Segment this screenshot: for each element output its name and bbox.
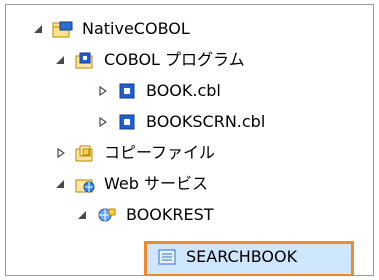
collapsed-triangle-icon[interactable] [96, 116, 108, 128]
expanded-triangle-icon[interactable] [54, 54, 66, 66]
tree-item-label: コピーファイル [104, 143, 216, 162]
tree-item-cobol-programs[interactable]: COBOL プログラム [54, 45, 245, 75]
tree-item-label: BOOK.cbl [146, 81, 221, 100]
cobol-file-icon [116, 81, 138, 101]
tree-item-label: SEARCHBOOK [186, 247, 298, 266]
operation-icon [156, 247, 178, 267]
collapsed-triangle-icon[interactable] [54, 147, 66, 159]
tree-item-web-services[interactable]: Web サービス [54, 169, 208, 199]
project-icon [52, 19, 74, 39]
cobol-program-folder-icon [74, 50, 96, 70]
copyfile-folder-icon [74, 143, 96, 163]
tree-item-label: Web サービス [104, 174, 208, 193]
expanded-triangle-icon[interactable] [32, 23, 44, 35]
tree-item-bookrest[interactable]: BOOKREST [76, 200, 214, 230]
web-service-icon [96, 205, 118, 225]
tree-item-label: BOOKSCRN.cbl [146, 112, 266, 131]
tree-item-label: BOOKREST [126, 205, 214, 224]
expanded-triangle-icon[interactable] [76, 209, 88, 221]
tree-item-book-cbl[interactable]: BOOK.cbl [96, 76, 221, 106]
cobol-file-icon [116, 112, 138, 132]
tree-item-label: COBOL プログラム [104, 50, 245, 69]
web-service-folder-icon [74, 174, 96, 194]
expanded-triangle-icon[interactable] [54, 178, 66, 190]
project-tree: NativeCOBOL COBOL プログラム BOOK.cbl BOOKSCR… [5, 4, 374, 276]
tree-item-copyfiles[interactable]: コピーファイル [54, 138, 215, 168]
tree-item-label: NativeCOBOL [82, 19, 190, 38]
tree-item-nativecobol[interactable]: NativeCOBOL [32, 14, 190, 44]
tree-item-bookscrn-cbl[interactable]: BOOKSCRN.cbl [96, 107, 265, 137]
tree-item-searchbook[interactable]: SEARCHBOOK [156, 242, 297, 272]
collapsed-triangle-icon[interactable] [96, 85, 108, 97]
